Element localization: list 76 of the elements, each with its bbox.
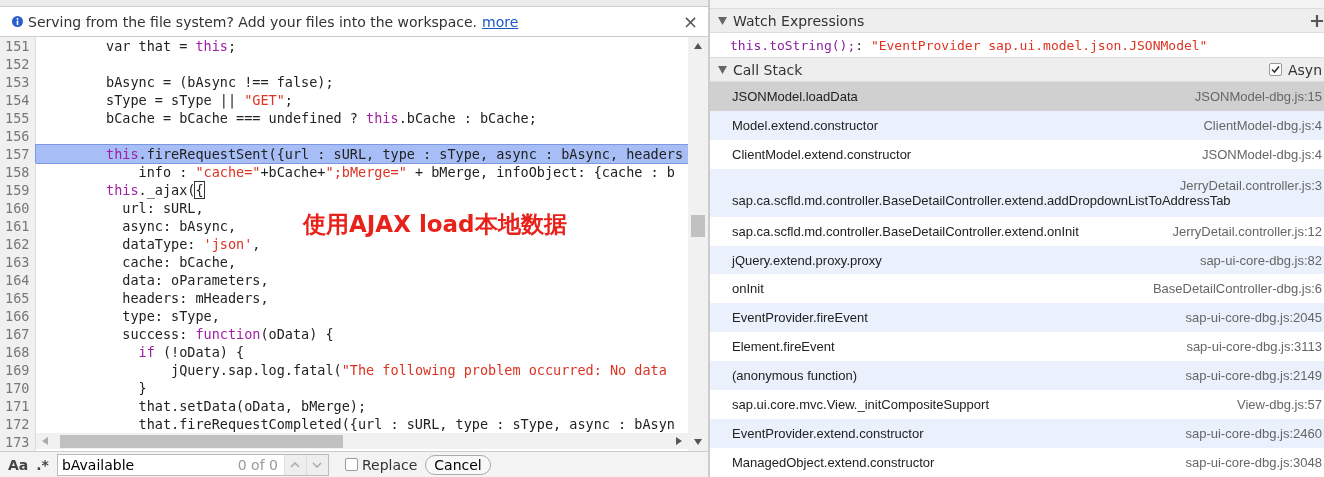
code-line: sType = sType || "GET"; (105, 92, 293, 108)
code-line: info : "cache="+bCache+";bMerge=" + bMerge, infoObject: {cache : b (137, 164, 675, 180)
line-number: 170 (0, 379, 36, 397)
add-icon[interactable] (1310, 13, 1324, 28)
close-button[interactable]: × (682, 11, 698, 32)
scroll-right-icon[interactable] (676, 437, 682, 445)
line-number: 151 (0, 37, 36, 55)
collapse-triangle-icon[interactable] (718, 65, 727, 74)
code-line: that.fireRequestCompleted({url : sURL, type : sType, async : bAsyn (137, 416, 675, 432)
call-stack-header[interactable]: Call Stack Asyn (710, 58, 1324, 82)
code-line: } (137, 380, 147, 396)
scroll-down-icon[interactable] (694, 439, 702, 445)
async-label: Asyn (1287, 61, 1322, 78)
call-stack-frame[interactable]: (anonymous function) sap-ui-core-dbg.js:2149 (710, 361, 1324, 391)
replace-checkbox[interactable] (344, 458, 358, 471)
async-checkbox[interactable] (1268, 63, 1282, 76)
code-line: var that = this; (105, 38, 237, 54)
line-number: 153 (0, 73, 36, 91)
call-stack-frame[interactable]: EventProvider.extend.constructor sap-ui-core-dbg.js:2460 (710, 419, 1324, 448)
line-number: 171 (0, 397, 36, 415)
code-line: this.fireRequestSent({url : sURL, type : sType, async : bAsync, headers (105, 146, 684, 162)
line-number: 173 (0, 433, 36, 451)
line-number: 159 (0, 181, 36, 199)
code-line: type: sType, (121, 308, 220, 324)
line-number: 158 (0, 163, 36, 181)
chevron-up-icon (290, 461, 301, 468)
code-line: data: oParameters, (121, 272, 269, 288)
code-line: jQuery.sap.log.fatal("The following problem occurred: No data (170, 362, 667, 378)
line-number: 152 (0, 55, 36, 73)
replace-label: Replace (361, 456, 418, 473)
search-field[interactable]: bAvailable 0 of 0 (56, 453, 329, 476)
code-line: if (!oData) { (137, 344, 245, 360)
chevron-down-icon (312, 461, 323, 468)
annotation-text: 使用AJAX load本地数据 (303, 210, 567, 239)
call-stack-frame[interactable]: JerryDetail.controller.js:3 sap.ca.scfld.md.controller.BaseDetailController.extend.addDropdownListToAddressTab (710, 168, 1324, 217)
line-number: 172 (0, 415, 36, 433)
code-line: dataType: 'json', (121, 236, 261, 252)
line-number: 162 (0, 235, 36, 253)
code-line: url: sURL, (121, 200, 204, 216)
code-line: bCache = bCache === undefined ? this.bCache : bCache; (105, 110, 537, 126)
line-number: 155 (0, 109, 36, 127)
line-number: 166 (0, 307, 36, 325)
cancel-button[interactable]: Cancel (425, 454, 491, 475)
watch-expressions-header[interactable]: Watch Expressions (710, 9, 1324, 33)
line-number: 161 (0, 217, 36, 235)
scrollbar-thumb[interactable] (60, 434, 343, 448)
info-icon (12, 16, 23, 27)
code-line: bAsync = (bAsync !== false); (105, 74, 334, 90)
scrollbar-thumb[interactable] (691, 215, 705, 237)
code-line: success: function(oData) { (121, 326, 334, 342)
line-number: 163 (0, 253, 36, 271)
match-case-toggle[interactable]: Aa (8, 456, 29, 473)
code-line: cache: bCache, (121, 254, 237, 270)
scroll-up-icon[interactable] (694, 43, 702, 49)
more-link[interactable]: more (482, 13, 519, 30)
line-number: 165 (0, 289, 36, 307)
line-number: 156 (0, 127, 36, 145)
line-number: 160 (0, 199, 36, 217)
code-line: this._ajax({ (105, 182, 204, 198)
call-stack-frame[interactable]: EventProvider.fireEvent sap-ui-core-dbg.js:2045 (710, 303, 1324, 333)
regex-toggle[interactable]: .* (36, 456, 49, 473)
call-stack-frame[interactable]: Model.extend.constructor ClientModel-dbg.js:4 (710, 110, 1324, 140)
call-stack-frame[interactable]: JSONModel.loadData JSONModel-dbg.js:15 (710, 82, 1324, 111)
call-stack-frame[interactable]: jQuery.extend.proxy.proxy sap-ui-core-dbg.js:82 (710, 245, 1324, 275)
line-number: 167 (0, 325, 36, 343)
code-line: async: bAsync, (121, 218, 237, 234)
info-message: Serving from the file system? Add your files into the workspace. (28, 13, 477, 30)
line-number: 168 (0, 343, 36, 361)
line-number: 154 (0, 91, 36, 109)
code-line: headers: mHeaders, (121, 290, 269, 306)
line-number: 157 (0, 145, 36, 163)
search-input[interactable]: bAvailable (57, 456, 238, 473)
line-number: 164 (0, 271, 36, 289)
code-line: that.setData(oData, bMerge); (137, 398, 367, 414)
collapse-triangle-icon[interactable] (718, 16, 727, 25)
line-number: 169 (0, 361, 36, 379)
